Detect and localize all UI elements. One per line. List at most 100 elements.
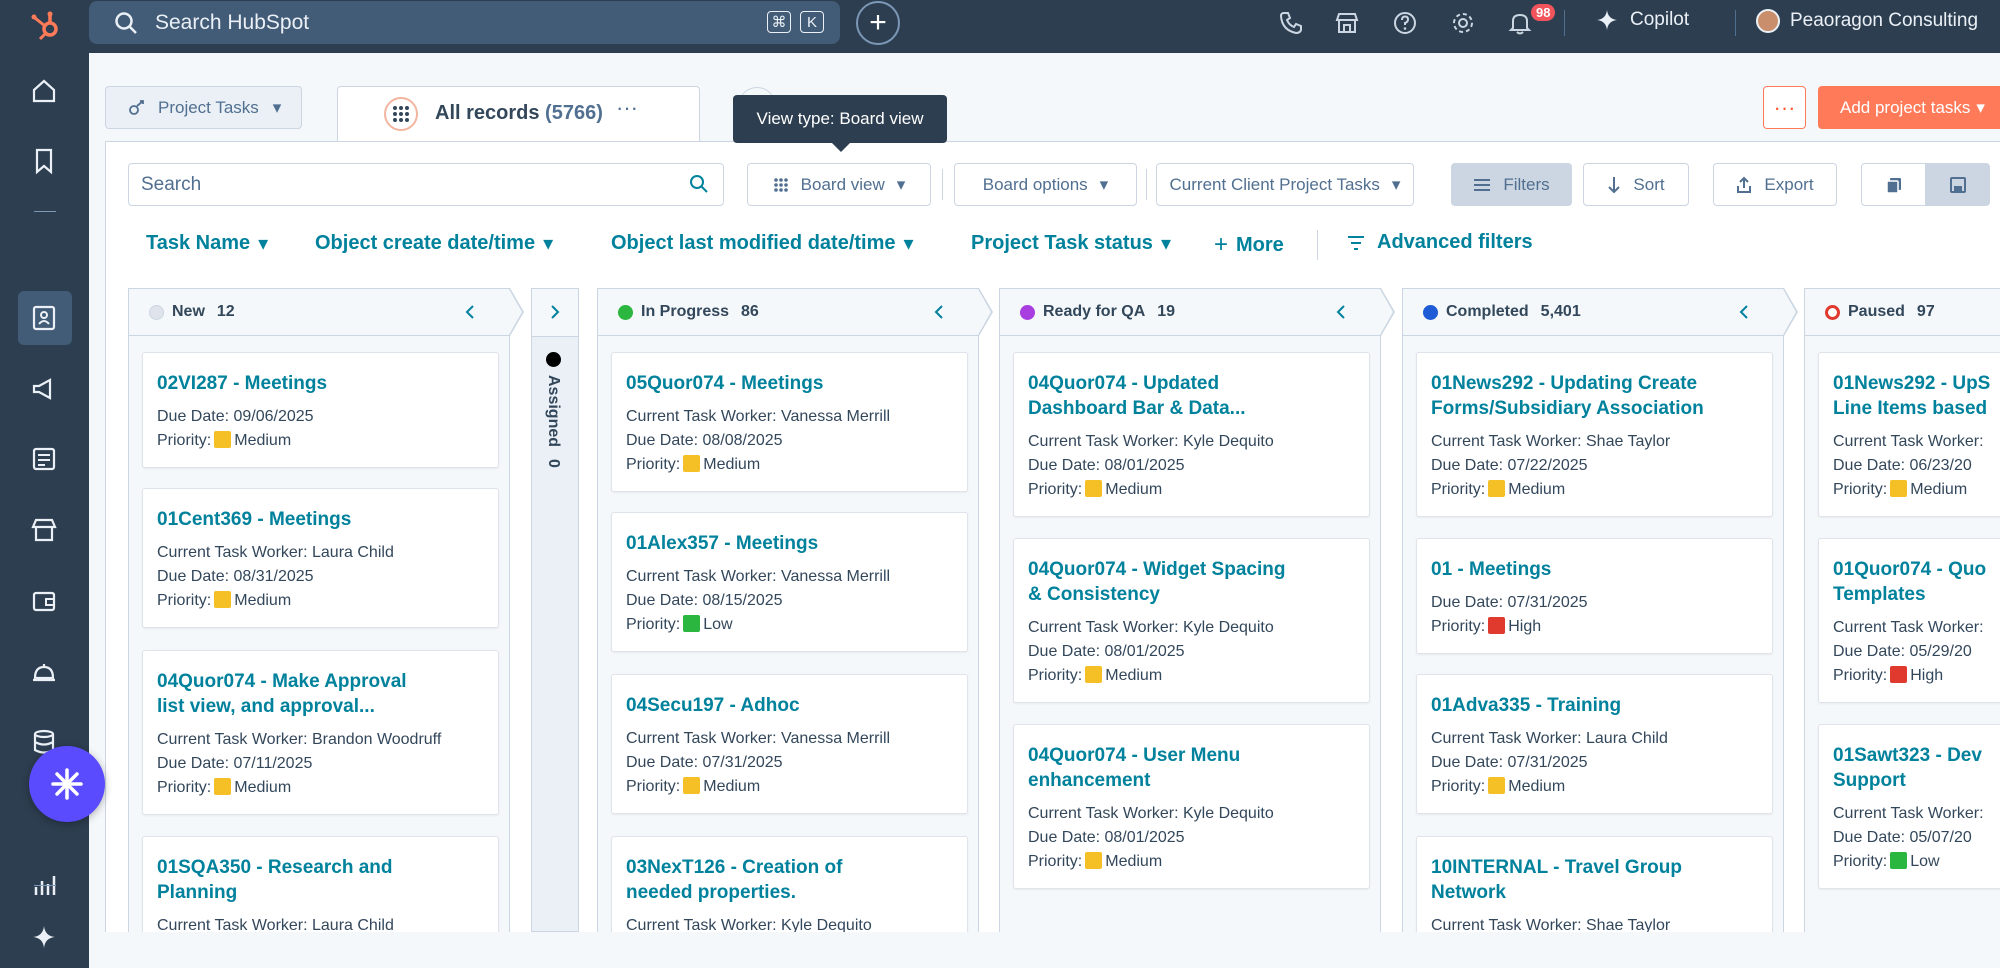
account-menu[interactable]: Peaoragon Consulting [1756, 9, 1978, 33]
add-project-tasks-button[interactable]: Add project tasks ▾ [1818, 86, 2000, 129]
task-card-title-line: Templates [1833, 584, 1926, 605]
duplicate-view-button[interactable] [1861, 163, 1926, 206]
task-card[interactable]: 01Sawt323 - Dev Support Current Task Worke… [1818, 724, 2000, 889]
collapse-column-chevron-left-icon[interactable] [1737, 303, 1751, 321]
settings-gear-icon[interactable] [1450, 10, 1476, 36]
tab-more-options-button[interactable]: ··· [616, 95, 638, 121]
task-card-field: Due Date: 06/23/20 [1833, 457, 1972, 474]
task-card-title-link[interactable]: 04Quor074 - User Menu enhancement [1028, 743, 1355, 793]
records-search-input[interactable]: Search [128, 163, 724, 206]
task-card[interactable]: 04Secu197 - Adhoc Current Task Worker: Va… [611, 674, 968, 814]
saved-view-dropdown[interactable]: Current Client Project Tasks ▾ [1156, 163, 1414, 206]
board-view-dropdown[interactable]: Board view ▾ [747, 163, 931, 206]
task-card[interactable]: 04Quor074 - Updated Dashboard Bar & Data.… [1013, 352, 1370, 517]
arrow-down-icon [1608, 176, 1621, 193]
task-card[interactable]: 01News292 - UpS Line Items based Current T… [1818, 352, 2000, 517]
task-card-title-link[interactable]: 01SQA350 - Research and Planning [157, 855, 484, 905]
task-card-priority: Priority: High [1833, 664, 2000, 688]
task-card[interactable]: 04Quor074 - User Menu enhancement Current … [1013, 724, 1370, 889]
column-count: 86 [741, 303, 759, 320]
hubspot-logo-icon[interactable] [28, 8, 64, 44]
service-bell-icon[interactable] [30, 658, 58, 686]
task-card[interactable]: 01Quor074 - Quo Templates Current Task Wor… [1818, 538, 2000, 703]
task-card-field: Due Date: 08/01/2025 [1028, 643, 1185, 660]
priority-swatch-icon [1488, 777, 1506, 794]
tab-title-text: All records [435, 102, 540, 124]
filter-project-task-status[interactable]: Project Task status ▾ [971, 231, 1171, 256]
filters-button[interactable]: Filters [1451, 163, 1572, 206]
assistant-floating-button[interactable] [29, 746, 105, 822]
task-card[interactable]: 01Cent369 - Meetings Current Task Worker:… [142, 488, 499, 628]
copilot-button[interactable]: Copilot [1596, 9, 1689, 31]
home-icon[interactable] [30, 77, 58, 105]
breeze-sparkle-icon[interactable] [30, 923, 58, 951]
advanced-filters-button[interactable]: Advanced filters [1347, 231, 1533, 254]
task-card-title-link[interactable]: 04Secu197 - Adhoc [626, 693, 953, 718]
task-card[interactable]: 04Quor074 - Make Approval list view, and … [142, 650, 499, 815]
marketing-megaphone-icon[interactable] [30, 375, 58, 403]
content-icon[interactable] [30, 445, 58, 473]
create-plus-button[interactable]: + [856, 1, 900, 45]
help-icon[interactable] [1392, 10, 1418, 36]
priority-label: Priority: [157, 432, 212, 449]
notifications-bell-icon[interactable] [1507, 10, 1533, 36]
object-selector-dropdown[interactable]: Project Tasks ▾ [105, 86, 302, 129]
task-card-title-link[interactable]: 01News292 - UpS Line Items based [1833, 371, 2000, 421]
sort-button[interactable]: Sort [1583, 163, 1689, 206]
commerce-store-icon[interactable] [30, 516, 58, 544]
task-card-title-link[interactable]: 01Alex357 - Meetings [626, 531, 953, 556]
task-card-title-line: 10INTERNAL - Travel Group [1431, 857, 1682, 878]
task-card[interactable]: 01Alex357 - Meetings Current Task Worker:… [611, 512, 968, 652]
task-card-title-line: Support [1833, 770, 1906, 791]
task-card-title-link[interactable]: 01 - Meetings [1431, 557, 1758, 582]
task-card-title-link[interactable]: 01News292 - Updating Create Forms/Subsidi… [1431, 371, 1758, 421]
task-card-title-link[interactable]: 04Quor074 - Updated Dashboard Bar & Data.… [1028, 371, 1355, 421]
more-actions-button[interactable]: ··· [1763, 86, 1806, 129]
priority-value: Low [703, 616, 733, 633]
task-card-field: Current Task Worker: Vanessa Merrill [626, 408, 891, 425]
phone-icon[interactable] [1278, 10, 1304, 36]
export-button[interactable]: Export [1713, 163, 1837, 206]
task-card-title-link[interactable]: 01Sawt323 - Dev Support [1833, 743, 2000, 793]
task-card-title-line: & Consistency [1028, 584, 1160, 605]
filter-task-name[interactable]: Task Name ▾ [146, 231, 268, 256]
task-card-title-link[interactable]: 03NexT126 - Creation of needed properties… [626, 855, 953, 905]
bookmark-icon[interactable] [30, 147, 58, 175]
task-card-title-link[interactable]: 10INTERNAL - Travel Group Network [1431, 855, 1758, 905]
task-card-title-link[interactable]: 04Quor074 - Make Approval list view, and … [157, 669, 484, 719]
sidebar-divider [34, 885, 56, 886]
task-card-title-link[interactable]: 04Quor074 - Widget Spacing & Consistency [1028, 557, 1355, 607]
collapse-column-chevron-left-icon[interactable] [1334, 303, 1348, 321]
task-card[interactable]: 05Quor074 - Meetings Current Task Worker:… [611, 352, 968, 492]
task-card-title-line: 01Alex357 - Meetings [626, 533, 819, 554]
task-card-title-link[interactable]: 02VI287 - Meetings [157, 371, 484, 396]
task-card-title-link[interactable]: 05Quor074 - Meetings [626, 371, 953, 396]
task-card-title-link[interactable]: 01Cent369 - Meetings [157, 507, 484, 532]
priority-swatch-icon [683, 777, 701, 794]
filter-more[interactable]: + More [1214, 231, 1284, 259]
crm-contacts-icon[interactable] [30, 304, 58, 332]
task-card[interactable]: 02VI287 - Meetings Due Date: 09/06/2025 Pr… [142, 352, 499, 468]
task-card-title-line: needed properties. [626, 882, 796, 903]
board-options-dropdown[interactable]: Board options ▾ [954, 163, 1137, 206]
filter-object-last-modified[interactable]: Object last modified date/time ▾ [611, 231, 914, 256]
task-card[interactable]: 04Quor074 - Widget Spacing & Consistency C… [1013, 538, 1370, 703]
priority-label: Priority: [1028, 853, 1083, 870]
collapse-column-chevron-left-icon[interactable] [932, 303, 946, 321]
save-view-button[interactable] [1925, 163, 1990, 206]
task-card-field: Due Date: 07/31/2025 [626, 754, 783, 771]
task-card[interactable]: 01Adva335 - Training Current Task Worker:… [1416, 674, 1773, 814]
filter-object-create-date[interactable]: Object create date/time ▾ [315, 231, 553, 256]
task-card-title-link[interactable]: 01Adva335 - Training [1431, 693, 1758, 718]
chevron-right-icon[interactable] [548, 303, 562, 321]
sales-wallet-icon[interactable] [30, 587, 58, 615]
tab-all-records[interactable]: All records (5766) ··· [337, 86, 700, 141]
task-card-priority: Priority: Medium [1833, 478, 2000, 502]
task-card[interactable]: 01News292 - Updating Create Forms/Subsidi… [1416, 352, 1773, 517]
marketplace-icon[interactable] [1334, 10, 1360, 36]
task-card[interactable]: 01 - Meetings Due Date: 07/31/2025 Priorit… [1416, 538, 1773, 654]
board-column-new: 02VI287 - Meetings Due Date: 09/06/2025 Pr… [128, 336, 510, 968]
task-card-title-link[interactable]: 01Quor074 - Quo Templates [1833, 557, 2000, 607]
global-search-input[interactable]: Search HubSpot [89, 1, 840, 44]
collapse-column-chevron-left-icon[interactable] [463, 303, 477, 321]
